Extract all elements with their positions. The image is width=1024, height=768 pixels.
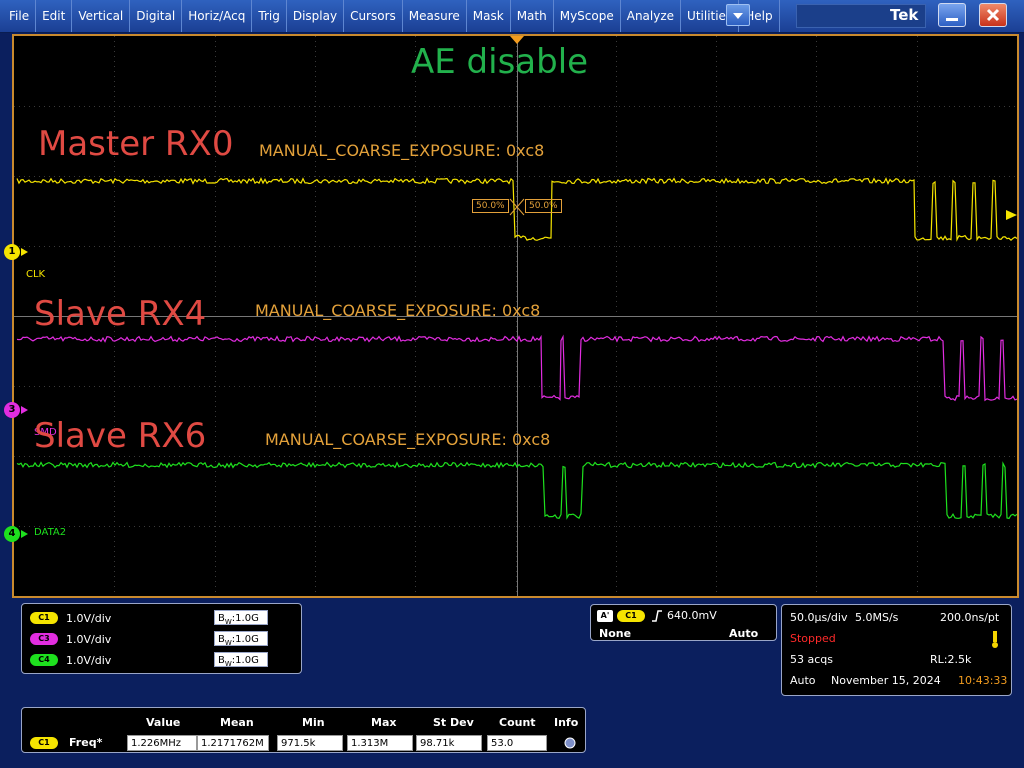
date: November 15, 2024 — [831, 674, 941, 687]
vertical-scale: 1.0V/div — [66, 611, 112, 625]
vertical-scale: 1.0V/div — [66, 653, 112, 667]
meas-header-mean: Mean — [220, 716, 254, 729]
menu-item-edit[interactable]: Edit — [36, 0, 73, 32]
meas-mean: 1.2171762M — [197, 735, 269, 751]
channel-3-marker[interactable]: 3 — [4, 402, 28, 418]
channel-badge: C3 — [30, 633, 58, 645]
measurement-name: Freq* — [69, 736, 103, 749]
meas-value: 1.226MHz — [127, 735, 197, 751]
trigger-level: 640.0mV — [667, 609, 717, 622]
menu-item-myscope[interactable]: MyScope — [554, 0, 621, 32]
menu-items: File Edit Vertical Digital Horiz/Acq Trig Disp… — [3, 0, 780, 32]
menu-item-horiz-acq[interactable]: Horiz/Acq — [182, 0, 253, 32]
meas-max: 1.313M — [347, 735, 413, 751]
trigger-threshold-left: 50.0% — [472, 199, 509, 213]
channel-3-annotation: MANUAL_COARSE_EXPOSURE: 0xc8 — [255, 301, 541, 320]
trigger-mode: Auto — [729, 627, 759, 640]
meas-header-max: Max — [371, 716, 397, 729]
vertical-row-c3[interactable]: C3 1.0V/div — [30, 630, 111, 648]
sample-rate: 5.0MS/s — [855, 611, 899, 624]
meas-header-min: Min — [302, 716, 325, 729]
acquisition-mode: Auto — [790, 674, 816, 687]
meas-header-stdev: St Dev — [433, 716, 474, 729]
trigger-threshold-right: 50.0% — [525, 199, 562, 213]
trigger-source-badge: A' — [597, 610, 613, 622]
chevron-down-icon[interactable] — [726, 4, 750, 26]
menu-item-vertical[interactable]: Vertical — [72, 0, 131, 32]
run-indicator-icon — [990, 631, 1000, 652]
menu-item-trig[interactable]: Trig — [252, 0, 287, 32]
close-icon[interactable] — [979, 3, 1007, 27]
bandwidth-limit[interactable]: BW:1.0G — [214, 652, 268, 668]
bandwidth-limit[interactable]: BW:1.0G — [214, 610, 268, 626]
channel-4-annotation: MANUAL_COARSE_EXPOSURE: 0xc8 — [265, 430, 551, 449]
channel-4-label: DATA2 — [34, 527, 67, 538]
menu-item-digital[interactable]: Digital — [130, 0, 183, 32]
acquisition-count: 53 acqs — [790, 653, 833, 666]
trigger-settings-panel[interactable]: A' C1 640.0mV None Auto — [590, 604, 777, 641]
measurement-panel[interactable]: Value Mean Min Max St Dev Count Info C1 … — [21, 707, 586, 753]
time: 10:43:33 — [958, 674, 1008, 687]
menu-item-display[interactable]: Display — [287, 0, 345, 32]
acquisition-panel[interactable]: 50.0µs/div 5.0MS/s 200.0ns/pt Stopped 53… — [781, 604, 1012, 696]
vertical-scale: 1.0V/div — [66, 632, 112, 646]
menu-item-cursors[interactable]: Cursors — [344, 0, 403, 32]
channel-1-annotation: MANUAL_COARSE_EXPOSURE: 0xc8 — [259, 141, 545, 160]
bandwidth-limit[interactable]: BW:1.0G — [214, 631, 268, 647]
channel-4-name: Slave RX6 — [34, 416, 207, 456]
menu-item-mask[interactable]: Mask — [467, 0, 511, 32]
trigger-level-icon — [1006, 210, 1017, 220]
trigger-coupling: None — [599, 627, 632, 640]
meas-stdev: 98.71k — [416, 735, 482, 751]
minimize-icon[interactable] — [938, 3, 966, 27]
menu-item-measure[interactable]: Measure — [403, 0, 467, 32]
rising-edge-icon — [651, 609, 663, 626]
info-icon[interactable] — [564, 737, 576, 752]
timebase: 50.0µs/div — [790, 611, 848, 624]
menu-item-math[interactable]: Math — [511, 0, 554, 32]
channel-1-name: Master RX0 — [38, 124, 234, 164]
display-title: AE disable — [411, 42, 589, 82]
acquisition-status: Stopped — [790, 632, 836, 645]
menu-item-file[interactable]: File — [3, 0, 37, 32]
menu-bar: File Edit Vertical Digital Horiz/Acq Trig Disp… — [0, 0, 1024, 33]
channel-4-marker[interactable]: 4 — [4, 526, 28, 542]
measurement-channel-badge: C1 — [30, 737, 58, 749]
channel-badge: C4 — [30, 654, 58, 666]
meas-header-count: Count — [499, 716, 536, 729]
meas-header-value: Value — [146, 716, 181, 729]
channel-1-label: CLK — [26, 269, 46, 280]
channel-badge: C1 — [30, 612, 58, 624]
vertical-row-c1[interactable]: C1 1.0V/div — [30, 609, 111, 627]
meas-header-info: Info — [554, 716, 579, 729]
meas-count: 53.0 — [487, 735, 547, 751]
channel-1-marker[interactable]: 1 — [4, 244, 28, 260]
record-length: RL:2.5k — [930, 653, 972, 666]
trigger-channel-badge: C1 — [617, 610, 645, 622]
tek-logo: Tek — [890, 6, 919, 24]
waveform-display[interactable]: AE disable Master RX0 MANUAL_COARSE_EXPO… — [4, 34, 1019, 598]
vertical-settings-panel[interactable]: C1 1.0V/div BW:1.0G C3 1.0V/div BW:1.0G … — [21, 603, 302, 674]
channel-3-name: Slave RX4 — [34, 294, 207, 334]
vertical-row-c4[interactable]: C4 1.0V/div — [30, 651, 111, 669]
resolution: 200.0ns/pt — [940, 611, 1000, 624]
meas-min: 971.5k — [277, 735, 343, 751]
menu-item-analyze[interactable]: Analyze — [621, 0, 682, 32]
